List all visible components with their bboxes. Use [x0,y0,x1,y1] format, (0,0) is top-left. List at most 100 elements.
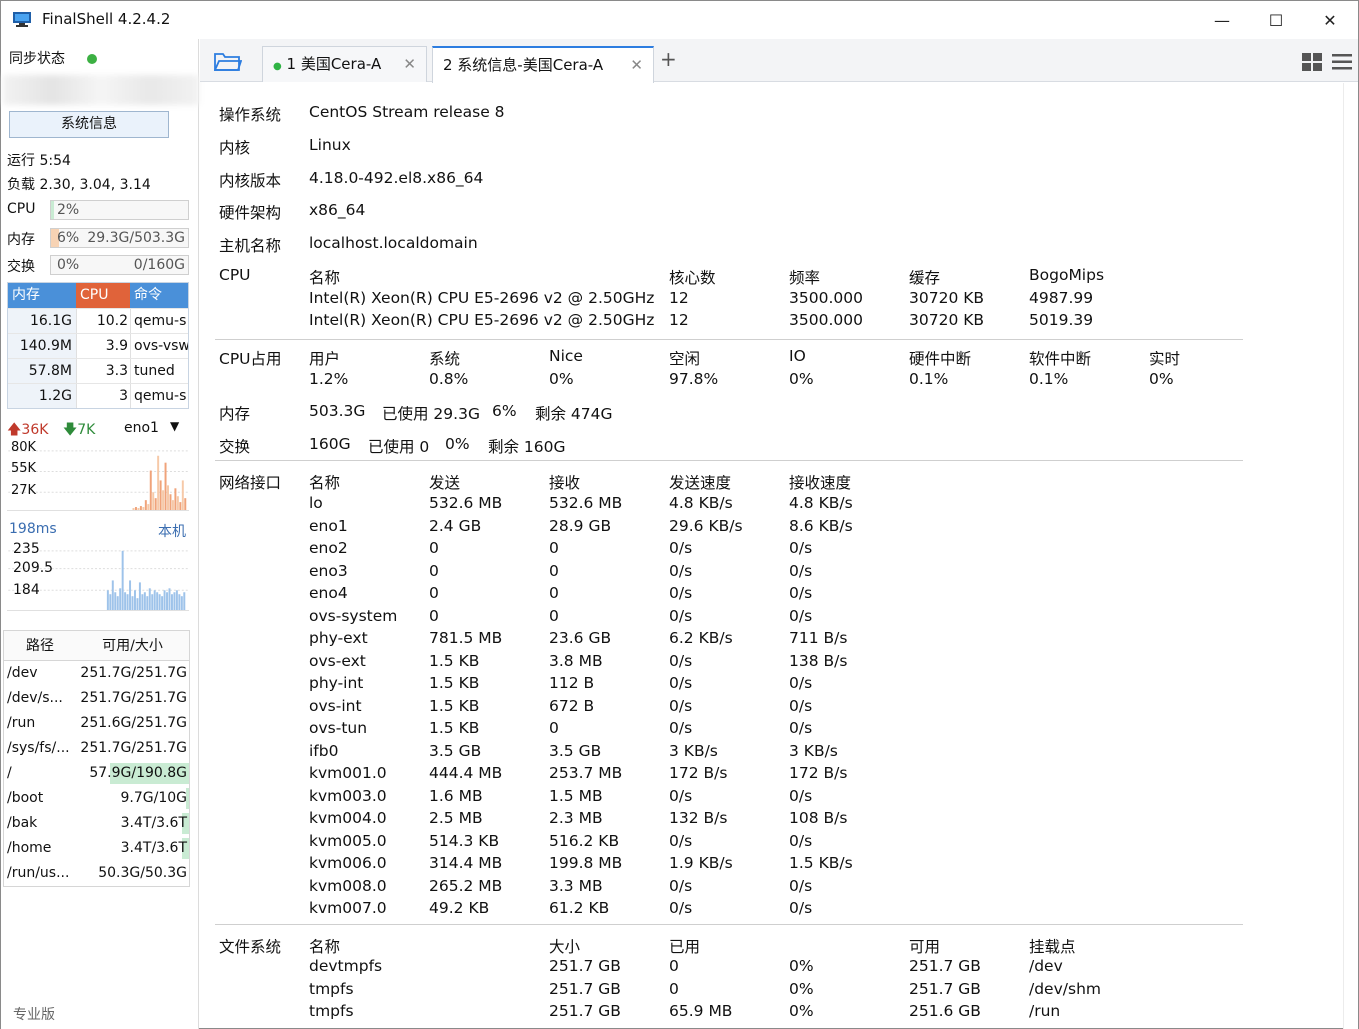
kernel-version-value: 4.18.0-492.el8.x86_64 [309,169,484,187]
net-tick: 55K [11,461,37,476]
fs-cell: 0% [789,957,814,975]
process-row[interactable]: 140.9M 3.9 ovs-vsw [8,333,188,358]
disk-size: 251.6G/251.7G [80,715,187,731]
process-row[interactable]: 1.2G 3 qemu-s [8,383,188,408]
net-cell: 2.4 GB [429,516,482,535]
fs-col-header: 可用 [909,938,941,956]
cpu-usage-value: 1.2% [309,370,349,388]
minimize-button[interactable]: — [1195,1,1249,39]
fs-cell: 0% [789,979,814,998]
cpu-label: CPU [7,201,36,217]
net-cell: 314.4 MB [429,854,503,872]
disk-row[interactable]: /home 3.4T/3.6T [4,836,189,861]
net-cell: eno4 [309,584,348,602]
scrollbar[interactable] [1343,83,1358,1029]
net-bar [164,462,167,510]
sysinfo-button[interactable]: 系统信息 [9,111,169,138]
close-tab-icon[interactable]: ✕ [403,47,416,81]
disk-row[interactable]: /dev/s... 251.7G/251.7G [4,686,189,711]
close-button[interactable]: ✕ [1303,1,1357,39]
cpu-section-label: CPU [219,266,251,284]
net-bar [144,500,147,510]
ping-tick: 235 [13,541,40,557]
hostname-value: localhost.localdomain [309,234,478,252]
net-cell: 532.6 MB [429,494,503,512]
cpu-cell: Intel(R) Xeon(R) CPU E5-2696 v2 @ 2.50GH… [309,289,655,307]
net-cell: 3 KB/s [669,741,718,760]
net-cell: 0/s [789,696,813,715]
net-cell: 138 B/s [789,651,848,670]
grid-view-icon[interactable] [1302,53,1322,71]
sidebar: 同步状态 系统信息 运行 5:54 负载 2.30, 3.04, 3.14 CP… [1,39,199,1029]
col-size[interactable]: 可用/大小 [76,631,189,660]
net-cell: 253.7 MB [549,764,623,782]
add-tab-icon[interactable]: + [660,47,677,71]
ping-host[interactable]: 本机 [158,521,186,541]
net-cell: lo [309,494,323,512]
cpu-usage-value: 0% [789,370,814,388]
net-cell: 61.2 KB [549,899,610,917]
ping-bar [131,596,134,610]
cpu-cell: 30720 KB [909,311,985,329]
net-cell: 1.5 KB [429,651,480,670]
menu-icon[interactable] [1332,53,1352,71]
net-cell: 0/s [669,606,693,625]
disk-row[interactable]: /run 251.6G/251.7G [4,711,189,736]
disk-size: 251.7G/251.7G [80,665,187,681]
cpu-usage-value: 0.1% [909,370,949,388]
kernel-value: Linux [309,136,351,154]
ping-bar [126,594,129,610]
tab-sysinfo[interactable]: 2 系统信息-美国Cera-A ✕ [432,46,654,83]
col-cpu[interactable]: CPU [76,283,130,308]
net-cell: 0 [549,606,559,625]
tab-bar: ● 1 美国Cera-A ✕ 2 系统信息-美国Cera-A ✕ + [200,39,1358,83]
cpu-col-header: 缓存 [909,269,941,287]
col-path[interactable]: 路径 [4,631,76,660]
net-bar [142,507,145,510]
ping-bar [175,590,178,610]
fs-section-label: 文件系统 [219,938,282,956]
net-cell: 1.5 KB [429,674,480,692]
cpu-cell: 3500.000 [789,311,863,329]
fs-cell: 251.7 GB [909,979,981,998]
net-cell: 0/s [669,651,693,670]
disk-size: 3.4T/3.6T [120,840,187,856]
ping-bar [170,594,173,610]
proc-cmd: qemu-s [130,384,188,408]
proc-mem: 1.2G [8,384,76,408]
folder-icon[interactable] [214,51,242,71]
net-cell: 0/s [669,719,693,737]
ping-bar [143,592,146,610]
disk-row[interactable]: /sys/fs/... 251.7G/251.7G [4,736,189,761]
ping-bar [106,590,109,610]
net-cell: 0 [549,539,559,557]
disk-row[interactable]: /dev 251.7G/251.7G [4,661,189,686]
col-mem[interactable]: 内存 [8,283,76,308]
net-bar [181,480,184,510]
net-cell: 132 B/s [669,809,728,827]
mem-meter: 6% 29.3G/503.3G [50,228,189,248]
maximize-button[interactable]: ☐ [1249,1,1303,39]
proc-cmd: ovs-vsw [130,334,188,358]
disk-size: 9.7G/10G [120,790,188,806]
disk-row[interactable]: / 57.9G/190.8G [4,761,189,786]
disk-row[interactable]: /bak 3.4T/3.6T [4,811,189,836]
cpu-cell: 12 [669,289,689,307]
net-cell: 0 [549,561,559,580]
disk-row[interactable]: /run/us... 50.3G/50.3G [4,861,189,886]
cpu-cell: 30720 KB [909,289,985,307]
net-iface-select[interactable]: eno1 [124,420,159,436]
net-bar [137,508,140,510]
cpu-col-header: 频率 [789,269,821,287]
chevron-down-icon[interactable]: ▼ [170,419,179,433]
disk-row[interactable]: /boot 9.7G/10G [4,786,189,811]
close-tab-icon[interactable]: ✕ [630,48,643,82]
tab-label: 2 系统信息-美国Cera-A [443,56,604,74]
col-cmd[interactable]: 命令 [130,283,188,308]
process-row[interactable]: 57.8M 3.3 tuned [8,358,188,383]
ping-bar [168,588,171,610]
process-row[interactable]: 16.1G 10.2 qemu-s [8,308,188,333]
cpu-usage-header: IO [789,347,806,365]
cpu-usage-header: 用户 [309,350,341,368]
tab-session-1[interactable]: ● 1 美国Cera-A ✕ [262,46,427,82]
